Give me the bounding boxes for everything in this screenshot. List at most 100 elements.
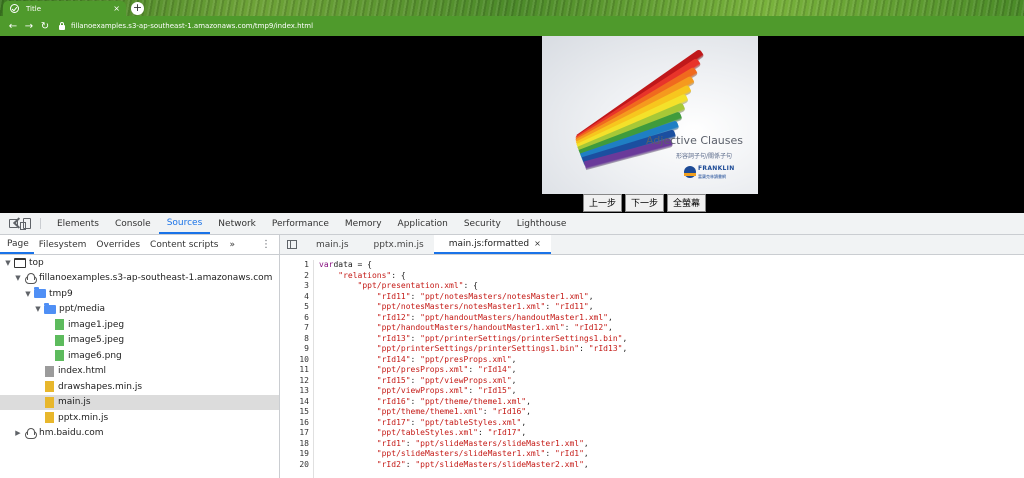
slide-canvas: Adjective Clauses 形容詞子句/關係子句 FRANKLIN 富蘭… [542, 36, 758, 194]
line-number[interactable]: 13 [280, 386, 313, 397]
browser-tab[interactable]: Title × [3, 1, 126, 16]
line-number[interactable]: 10 [280, 355, 313, 366]
string-token: "rId13" [376, 333, 411, 343]
code-token: : [410, 396, 421, 406]
editor-tab-pptx-min-js[interactable]: pptx.min.js [359, 235, 434, 254]
tree-item[interactable]: pptx.min.js [0, 410, 279, 426]
inspect-element-icon[interactable] [6, 213, 20, 234]
editor-tab-main-js[interactable]: main.js [301, 235, 359, 254]
tree-item[interactable]: image5.jpeg [0, 333, 279, 349]
code-line: "rId16": "ppt/theme/theme1.xml", [319, 397, 1024, 408]
line-number[interactable]: 3 [280, 281, 313, 292]
line-number[interactable]: 9 [280, 344, 313, 355]
address-bar[interactable]: fillanoexamples.s3-ap-southeast-1.amazon… [59, 19, 313, 33]
tab-security[interactable]: Security [456, 213, 509, 234]
tree-item[interactable]: ▼ tmp9 [0, 286, 279, 302]
code-line: "relations": { [319, 271, 1024, 282]
line-number[interactable]: 1 [280, 260, 313, 271]
fullscreen-button[interactable]: 全螢幕 [667, 194, 707, 212]
editor-tab-label: pptx.min.js [373, 239, 424, 250]
tree-item-label: pptx.min.js [58, 412, 109, 423]
line-number[interactable]: 8 [280, 334, 313, 345]
code-token: : [410, 291, 421, 301]
franklin-logo: FRANKLIN 富蘭克林讀書網 [684, 164, 744, 184]
string-token: "ppt/viewProps.xml" [420, 375, 512, 385]
tree-item-label: image1.jpeg [68, 319, 125, 330]
expanded-arrow-icon[interactable]: ▼ [34, 305, 42, 313]
editor-tab-main-js-formatted[interactable]: main.js:formatted × [433, 235, 551, 254]
tab-title: Title [26, 4, 42, 13]
tree-item[interactable]: index.html [0, 364, 279, 380]
collapsed-arrow-icon[interactable]: ▶ [14, 429, 22, 437]
expanded-arrow-icon[interactable]: ▼ [4, 259, 12, 267]
tab-close-icon[interactable]: × [113, 4, 120, 13]
code-token: : [482, 407, 493, 416]
code-area[interactable]: 1 2 3 4 5 6 7 8 9 10 11 12 13 14 15 16 17 18 19 20 vardata … [280, 255, 1024, 478]
code-line: "ppt/notesMasters/notesMaster1.xml": "rI… [319, 302, 1024, 313]
line-number[interactable]: 14 [280, 397, 313, 408]
tree-item[interactable]: ▼ ppt/media [0, 302, 279, 318]
new-tab-button[interactable]: + [131, 2, 144, 15]
nav-tab-content-scripts[interactable]: Content scripts [145, 235, 223, 254]
tab-sources[interactable]: Sources [158, 213, 211, 234]
tree-item[interactable]: ▼ fillanoexamples.s3-ap-southeast-1.amazo… [0, 271, 279, 287]
line-number[interactable]: 2 [280, 271, 313, 282]
expanded-arrow-icon[interactable]: ▼ [24, 290, 32, 298]
tab-lighthouse[interactable]: Lighthouse [509, 213, 575, 234]
tree-item[interactable]: image6.png [0, 348, 279, 364]
tab-network[interactable]: Network [210, 213, 264, 234]
prev-step-button[interactable]: 上一步 [583, 194, 623, 212]
close-tab-icon[interactable]: × [534, 239, 541, 248]
tree-item[interactable]: ▶ hm.baidu.com [0, 426, 279, 442]
line-number[interactable]: 5 [280, 302, 313, 313]
nav-tab-filesystem[interactable]: Filesystem [34, 235, 92, 254]
string-token: "rId1" [555, 449, 584, 458]
code-token: : [410, 417, 421, 427]
tab-application[interactable]: Application [390, 213, 456, 234]
kebab-menu-icon[interactable]: ⋮ [261, 235, 279, 254]
toggle-navigator-icon[interactable] [287, 235, 301, 254]
next-step-button[interactable]: 下一步 [625, 194, 665, 212]
reload-button[interactable]: ↻ [37, 21, 53, 32]
nav-tab-overrides[interactable]: Overrides [91, 235, 145, 254]
code-token: , [583, 459, 589, 469]
line-number[interactable]: 19 [280, 449, 313, 460]
line-number[interactable]: 11 [280, 365, 313, 376]
more-tabs-icon[interactable]: » [223, 235, 241, 254]
forward-button[interactable]: → [21, 21, 37, 32]
tree-item[interactable]: main.js [0, 394, 279, 410]
code-token: , [583, 438, 589, 448]
code-line: "ppt/presProps.xml": "rId14", [319, 365, 1024, 376]
expanded-arrow-icon[interactable]: ▼ [14, 274, 22, 282]
string-token: "rId11" [376, 291, 411, 301]
tree-item[interactable]: image1.jpeg [0, 317, 279, 333]
line-number[interactable]: 17 [280, 428, 313, 439]
tree-item[interactable]: ▼ top [0, 255, 279, 271]
tab-console[interactable]: Console [107, 213, 159, 234]
tree-item[interactable]: drawshapes.min.js [0, 379, 279, 395]
line-number[interactable]: 16 [280, 418, 313, 429]
line-number[interactable]: 12 [280, 376, 313, 387]
line-number[interactable]: 6 [280, 313, 313, 324]
line-number[interactable]: 15 [280, 407, 313, 418]
tab-memory[interactable]: Memory [337, 213, 390, 234]
line-number[interactable]: 4 [280, 292, 313, 303]
code-token: : { [463, 281, 478, 290]
line-number[interactable]: 18 [280, 439, 313, 450]
nav-tab-page[interactable]: Page [0, 235, 34, 254]
tab-elements[interactable]: Elements [49, 213, 107, 234]
line-number[interactable]: 7 [280, 323, 313, 334]
line-number[interactable]: 20 [280, 460, 313, 471]
file-tree: ▼ top ▼ fillanoexamples.s3-ap-southeast-1.a… [0, 255, 279, 441]
code-token: : [410, 333, 421, 343]
device-toolbar-icon[interactable] [20, 213, 34, 234]
code-token: , [526, 407, 531, 416]
tab-performance[interactable]: Performance [264, 213, 337, 234]
back-button[interactable]: ← [5, 21, 21, 32]
string-token: "rId14" [477, 365, 512, 374]
frame-icon [14, 257, 26, 268]
